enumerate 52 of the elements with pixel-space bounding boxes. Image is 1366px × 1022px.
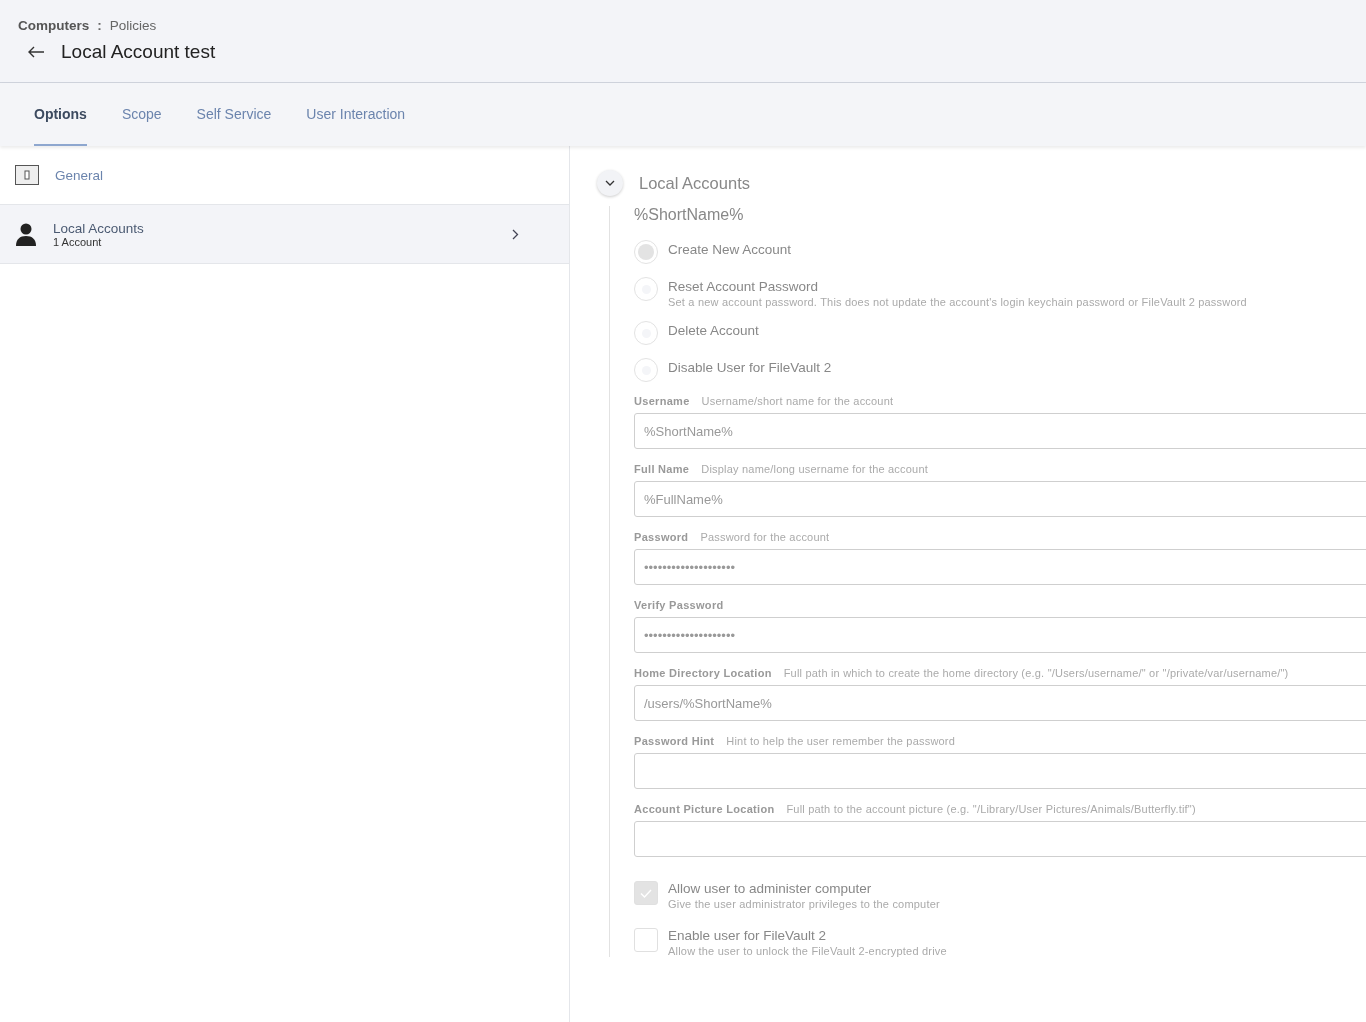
back-arrow-icon[interactable] (27, 46, 45, 58)
tab[interactable]: Options (34, 83, 87, 146)
breadcrumb-link[interactable]: Computers (18, 18, 90, 33)
radio-label: Disable User for FileVault 2 (668, 360, 832, 375)
field-label: Verify Password (634, 599, 724, 611)
tab[interactable]: User Interaction (306, 83, 406, 146)
field-hint: Display name/long username for the account (701, 463, 928, 475)
collapse-button[interactable] (597, 170, 623, 196)
input-field[interactable]: •••••••••••••••••••• (634, 549, 1366, 585)
field-hint: Full path to the account picture (e.g. "/Library/User Pictures/Animals/Butterfly.tif") (786, 803, 1196, 815)
input-field[interactable]: /users/%ShortName% (634, 685, 1366, 721)
checkbox-description: Give the user administrator privileges to the computer (668, 898, 940, 910)
input-field[interactable]: %ShortName% (634, 413, 1366, 449)
field-hint: Username/short name for the account (701, 395, 894, 407)
field-label: Home Directory Location (634, 667, 772, 679)
radio-label: Delete Account (668, 323, 759, 338)
checkbox-label: Allow user to administer computer (668, 881, 873, 896)
tab[interactable]: Self Service (196, 83, 272, 146)
page-title: Local Account test (61, 41, 216, 63)
checkbox-label: Enable user for FileVault 2 (668, 928, 828, 943)
tab[interactable]: Scope (121, 83, 162, 146)
field-label: Password (634, 531, 689, 543)
check-icon (640, 888, 652, 898)
input-field[interactable] (634, 821, 1366, 857)
sidebar-item-label: Local Accounts (53, 220, 144, 236)
field-hint: Password for the account (700, 531, 830, 543)
field-label: Full Name (634, 463, 690, 475)
radio-label: Reset Account Password (668, 279, 820, 294)
switch-icon (15, 165, 39, 185)
checkbox-description: Allow the user to unlock the FileVault 2-encrypted drive (668, 945, 947, 957)
checkbox[interactable] (634, 928, 658, 952)
radio-label: Create New Account (668, 242, 792, 257)
section-title: Local Accounts (639, 173, 750, 193)
breadcrumb-separator: : (97, 18, 102, 33)
checkbox[interactable] (634, 881, 658, 905)
account-title: %ShortName% (634, 206, 745, 224)
input-field[interactable]: •••••••••••••••••••• (634, 617, 1366, 653)
field-label: Username (634, 395, 690, 407)
radio-description: Set a new account password. This does not update the account's login keychain password or FileVault 2 password (668, 296, 1247, 308)
input-field[interactable] (634, 753, 1366, 789)
sidebar-item-count: 1 Account (53, 235, 103, 248)
chevron-right-icon (512, 228, 519, 240)
field-label: Password Hint (634, 735, 715, 747)
person-icon (15, 222, 37, 246)
field-hint: Hint to help the user remember the password (726, 735, 956, 747)
input-field[interactable]: %FullName% (634, 481, 1366, 517)
breadcrumb-current: Policies (109, 18, 157, 33)
sidebar-item[interactable]: Local Accounts 1 Account (0, 205, 569, 264)
chevron-down-icon (605, 180, 615, 186)
sidebar-item-label: General (55, 167, 104, 183)
field-label: Account Picture Location (634, 803, 775, 815)
field-hint: Full path in which to create the home directory (e.g. "/Users/username/" or "/private/var/username/") (783, 667, 1289, 679)
